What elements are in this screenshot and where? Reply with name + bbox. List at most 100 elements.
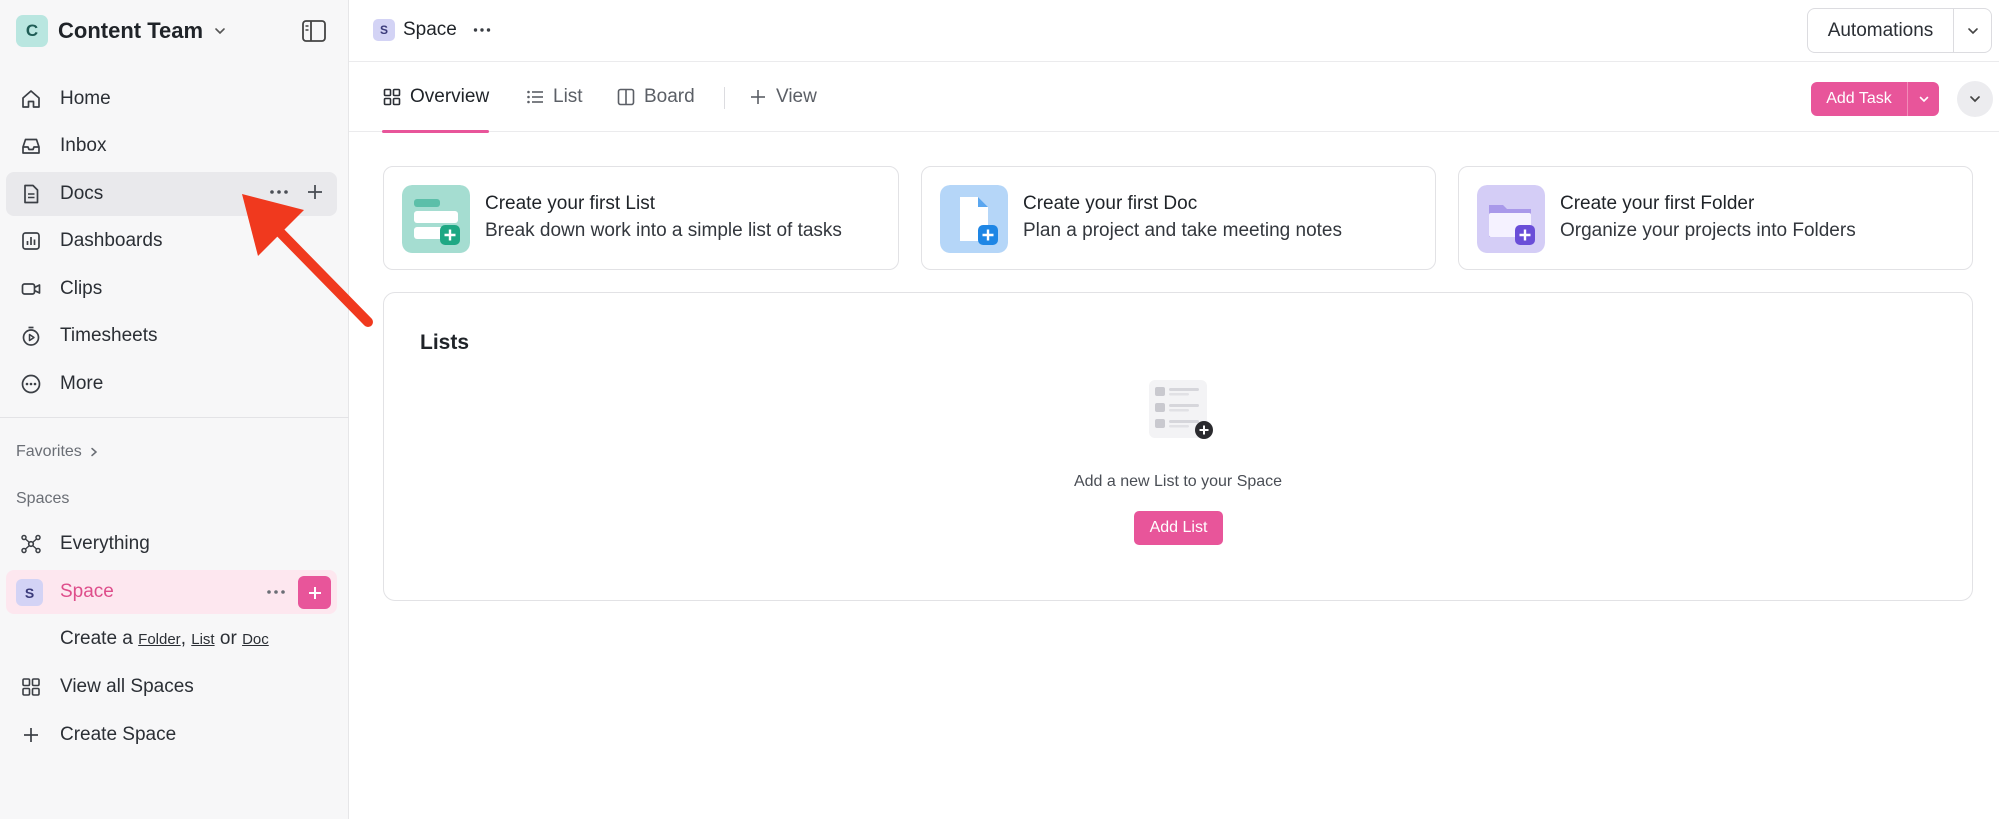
docs-row-actions <box>267 180 327 204</box>
sidebar-item-label: View all Spaces <box>60 676 194 697</box>
sidebar-item-inbox[interactable]: Inbox <box>6 124 337 168</box>
sidebar-item-label: Clips <box>60 278 103 299</box>
more-icon <box>21 374 41 394</box>
sidebar-item-everything[interactable]: Everything <box>6 522 337 566</box>
breadcrumb[interactable]: S Space <box>373 19 493 41</box>
inbox-icon <box>22 138 40 154</box>
more-options-icon[interactable] <box>267 180 291 204</box>
automations-button[interactable]: Automations <box>1807 8 1992 53</box>
sidebar-item-create-space[interactable]: Create Space <box>6 713 337 757</box>
favorites-section[interactable]: Favorites <box>16 443 100 461</box>
sidebar-divider <box>0 417 349 418</box>
more-options-icon[interactable] <box>471 19 493 41</box>
space-add-button[interactable] <box>298 576 331 609</box>
create-list-link[interactable]: List <box>191 631 214 648</box>
tab-label: View <box>776 86 817 107</box>
sidebar: C Content Team Home Inbox Docs Dashboard… <box>0 0 349 819</box>
sidebar-item-space[interactable]: S Space <box>6 570 337 614</box>
workspace-name: Content Team <box>58 18 204 43</box>
card-subtitle: Organize your projects into Folders <box>1560 220 1856 241</box>
chevron-down-icon <box>1970 96 1980 103</box>
create-prefix: Create a <box>60 628 133 649</box>
sidebar-item-label: Timesheets <box>60 325 158 346</box>
video-icon <box>21 283 41 295</box>
plus-icon <box>751 90 765 104</box>
doc-icon <box>24 184 39 204</box>
add-task-dropdown[interactable] <box>1907 82 1939 116</box>
plus-icon[interactable] <box>303 180 327 204</box>
space-avatar: S <box>16 579 43 606</box>
automations-dropdown[interactable] <box>1954 9 1991 52</box>
lists-panel: Lists Add a new List to your Space Add L… <box>383 292 1973 601</box>
sidebar-item-label: Inbox <box>60 135 107 156</box>
create-doc-card[interactable]: Create your first Doc Plan a project and… <box>921 166 1436 270</box>
timer-icon <box>22 326 40 346</box>
tab-separator <box>724 87 725 109</box>
sidebar-item-timesheets[interactable]: Timesheets <box>6 314 337 358</box>
top-bar: S Space Automations <box>349 0 1999 62</box>
folder-create-icon <box>1477 185 1545 253</box>
card-title: Create your first Doc <box>1023 193 1198 214</box>
more-options-icon[interactable] <box>264 580 288 604</box>
sidebar-item-label: Home <box>60 88 111 109</box>
collapse-button[interactable] <box>1957 81 1993 117</box>
list-icon <box>527 90 543 104</box>
breadcrumb-space-label: Space <box>403 19 457 40</box>
workspace-avatar: C <box>16 15 48 47</box>
add-task-button[interactable]: Add Task <box>1811 82 1939 116</box>
doc-create-icon <box>940 185 1008 253</box>
tab-list[interactable]: List <box>525 62 583 132</box>
workspace-switcher[interactable]: C Content Team <box>16 14 227 48</box>
lists-empty-text: Add a new List to your Space <box>1073 473 1283 490</box>
add-list-button[interactable]: Add List <box>1134 511 1223 545</box>
everything-icon <box>21 534 41 554</box>
sidebar-item-home[interactable]: Home <box>6 77 337 121</box>
create-doc-link[interactable]: Doc <box>242 631 269 648</box>
sidebar-item-label: Docs <box>60 183 104 204</box>
dashboard-icon <box>22 232 40 250</box>
create-space-content-hint: Create a Folder, List or Doc <box>60 628 269 650</box>
board-icon <box>617 88 635 106</box>
tab-label: Board <box>644 86 695 107</box>
sidebar-item-view-all-spaces[interactable]: View all Spaces <box>6 665 337 709</box>
chevron-right-icon <box>91 447 97 457</box>
create-list-card[interactable]: Create your first List Break down work i… <box>383 166 899 270</box>
favorites-label: Favorites <box>16 443 82 460</box>
create-or: or <box>219 628 237 649</box>
tab-overview[interactable]: Overview <box>382 62 490 133</box>
sidebar-item-label: Everything <box>60 533 150 554</box>
sidebar-item-more[interactable]: More <box>6 362 337 406</box>
sidebar-toggle-icon[interactable] <box>300 18 328 44</box>
create-folder-link[interactable]: Folder <box>138 631 181 648</box>
sidebar-item-clips[interactable]: Clips <box>6 267 337 311</box>
sidebar-item-docs[interactable]: Docs <box>6 172 337 216</box>
space-avatar: S <box>373 19 395 41</box>
sidebar-item-label: More <box>60 373 104 394</box>
tab-add-view[interactable]: View <box>748 62 817 132</box>
automations-label: Automations <box>1808 9 1954 52</box>
chevron-down-icon <box>1919 96 1928 103</box>
card-subtitle: Plan a project and take meeting notes <box>1023 220 1342 241</box>
sidebar-item-dashboards[interactable]: Dashboards <box>6 219 337 263</box>
create-comma: , <box>180 628 186 649</box>
grid-icon <box>22 678 40 696</box>
list-create-icon <box>402 185 470 253</box>
grid-icon <box>383 88 401 106</box>
home-icon <box>22 90 40 108</box>
sidebar-item-label: Dashboards <box>60 230 163 251</box>
add-task-label: Add Task <box>1826 90 1892 107</box>
create-folder-card[interactable]: Create your first Folder Organize your p… <box>1458 166 1973 270</box>
chevron-down-icon <box>1967 27 1978 34</box>
tab-board[interactable]: Board <box>616 62 695 132</box>
space-label: Space <box>60 581 114 602</box>
empty-list-illustration-icon <box>1149 380 1213 439</box>
plus-icon <box>308 586 321 599</box>
plus-icon <box>24 728 38 742</box>
tab-label: List <box>553 86 583 107</box>
spaces-section-label: Spaces <box>16 490 70 507</box>
tab-label: Overview <box>410 86 490 107</box>
view-tabs-bar: Overview List Board View Add Task <box>349 62 1999 133</box>
card-title: Create your first Folder <box>1560 193 1755 214</box>
card-subtitle: Break down work into a simple list of ta… <box>485 220 842 241</box>
chevron-down-icon <box>215 28 225 35</box>
